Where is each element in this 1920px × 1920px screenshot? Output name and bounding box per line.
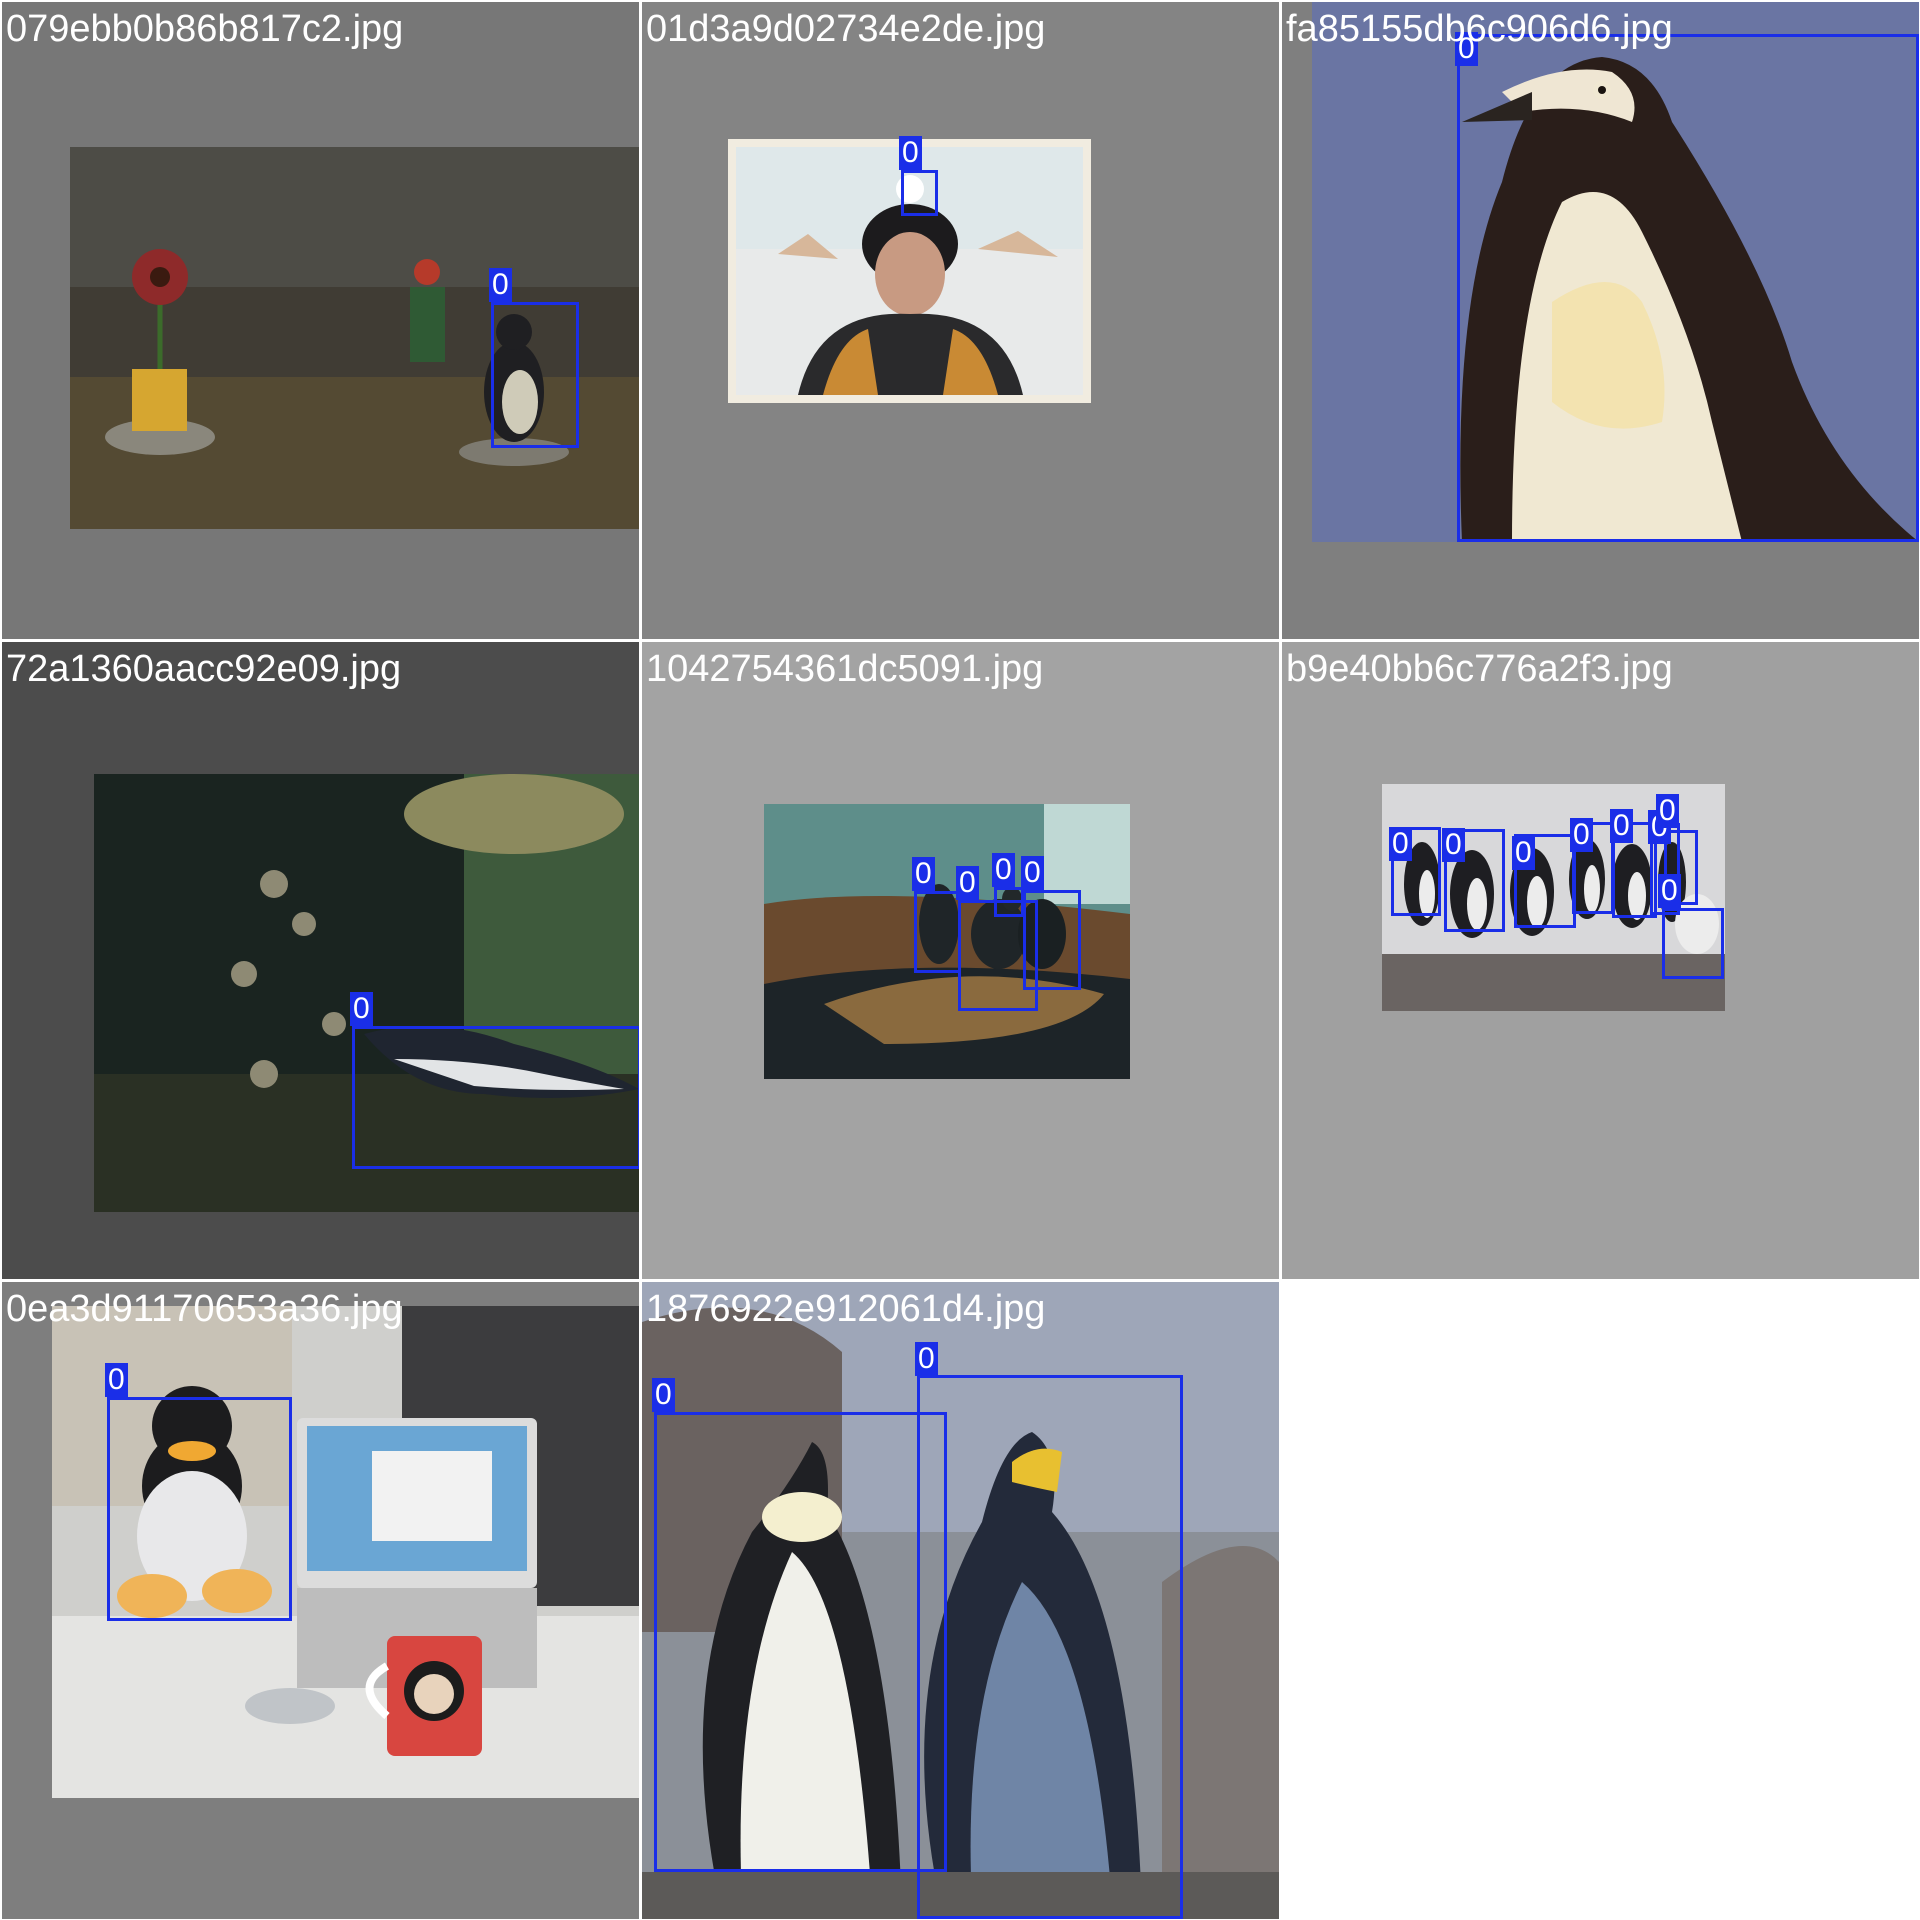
mosaic-cell-8: 0 0 1876922e912061d4.jpg [642,1282,1279,1919]
cell-filename: 72a1360aacc92e09.jpg [6,648,402,690]
detection-box [914,891,961,973]
mosaic-cell-3: 0 fa85155db6c906d6.jpg [1282,2,1919,639]
class-label: 0 [1656,794,1679,828]
class-label: 0 [1658,874,1681,908]
class-label: 0 [915,1342,938,1376]
class-label: 0 [1512,836,1535,870]
detection-box [107,1397,292,1621]
class-label: 0 [1442,828,1465,862]
class-label: 0 [1021,856,1044,890]
detection-box [917,1375,1183,1919]
class-label: 0 [912,857,935,891]
detection-box [352,1026,639,1169]
detection-box [491,302,579,448]
class-label: 0 [956,866,979,900]
class-label: 0 [350,992,373,1026]
mosaic-cell-4: 72a1360aacc92e09.jpg 0 [2,642,639,1279]
class-label: 0 [652,1378,675,1412]
cell-filename: b9e40bb6c776a2f3.jpg [1286,648,1673,690]
mosaic-cell-6: b9e40bb6c776a2f3.jpg 0 0 0 0 0 0 0 0 [1282,642,1919,1279]
mosaic-cell-5: 1042754361dc5091.jpg 0 0 0 0 [642,642,1279,1279]
class-label: 0 [899,136,922,170]
cell-filename: 0ea3d91170653a36.jpg [6,1288,403,1330]
mosaic-cell-1: 079ebb0b86b817c2.jpg 0 [2,2,639,639]
detection-box [1662,908,1724,979]
class-label: 0 [489,268,512,302]
detection-box [654,1412,947,1872]
mosaic-cell-7: 0 0ea3d91170653a36.jpg [2,1282,639,1919]
cell-filename: 1876922e912061d4.jpg [646,1288,1046,1330]
detection-box [994,887,1024,917]
class-label: 0 [105,1363,128,1397]
detection-box [1457,34,1919,542]
class-label: 0 [1389,827,1412,861]
detection-box [1023,890,1081,990]
class-label: 0 [1570,818,1593,852]
cell-filename: 1042754361dc5091.jpg [646,648,1044,690]
cell-filename: 079ebb0b86b817c2.jpg [6,8,404,50]
class-label: 0 [992,853,1015,887]
class-label: 0 [1610,809,1633,843]
cell-filename: 01d3a9d02734e2de.jpg [646,8,1046,50]
mosaic-cell-2: 01d3a9d02734e2de.jpg 0 [642,2,1279,639]
cell-filename: fa85155db6c906d6.jpg [1286,8,1673,50]
detection-box [901,170,938,216]
